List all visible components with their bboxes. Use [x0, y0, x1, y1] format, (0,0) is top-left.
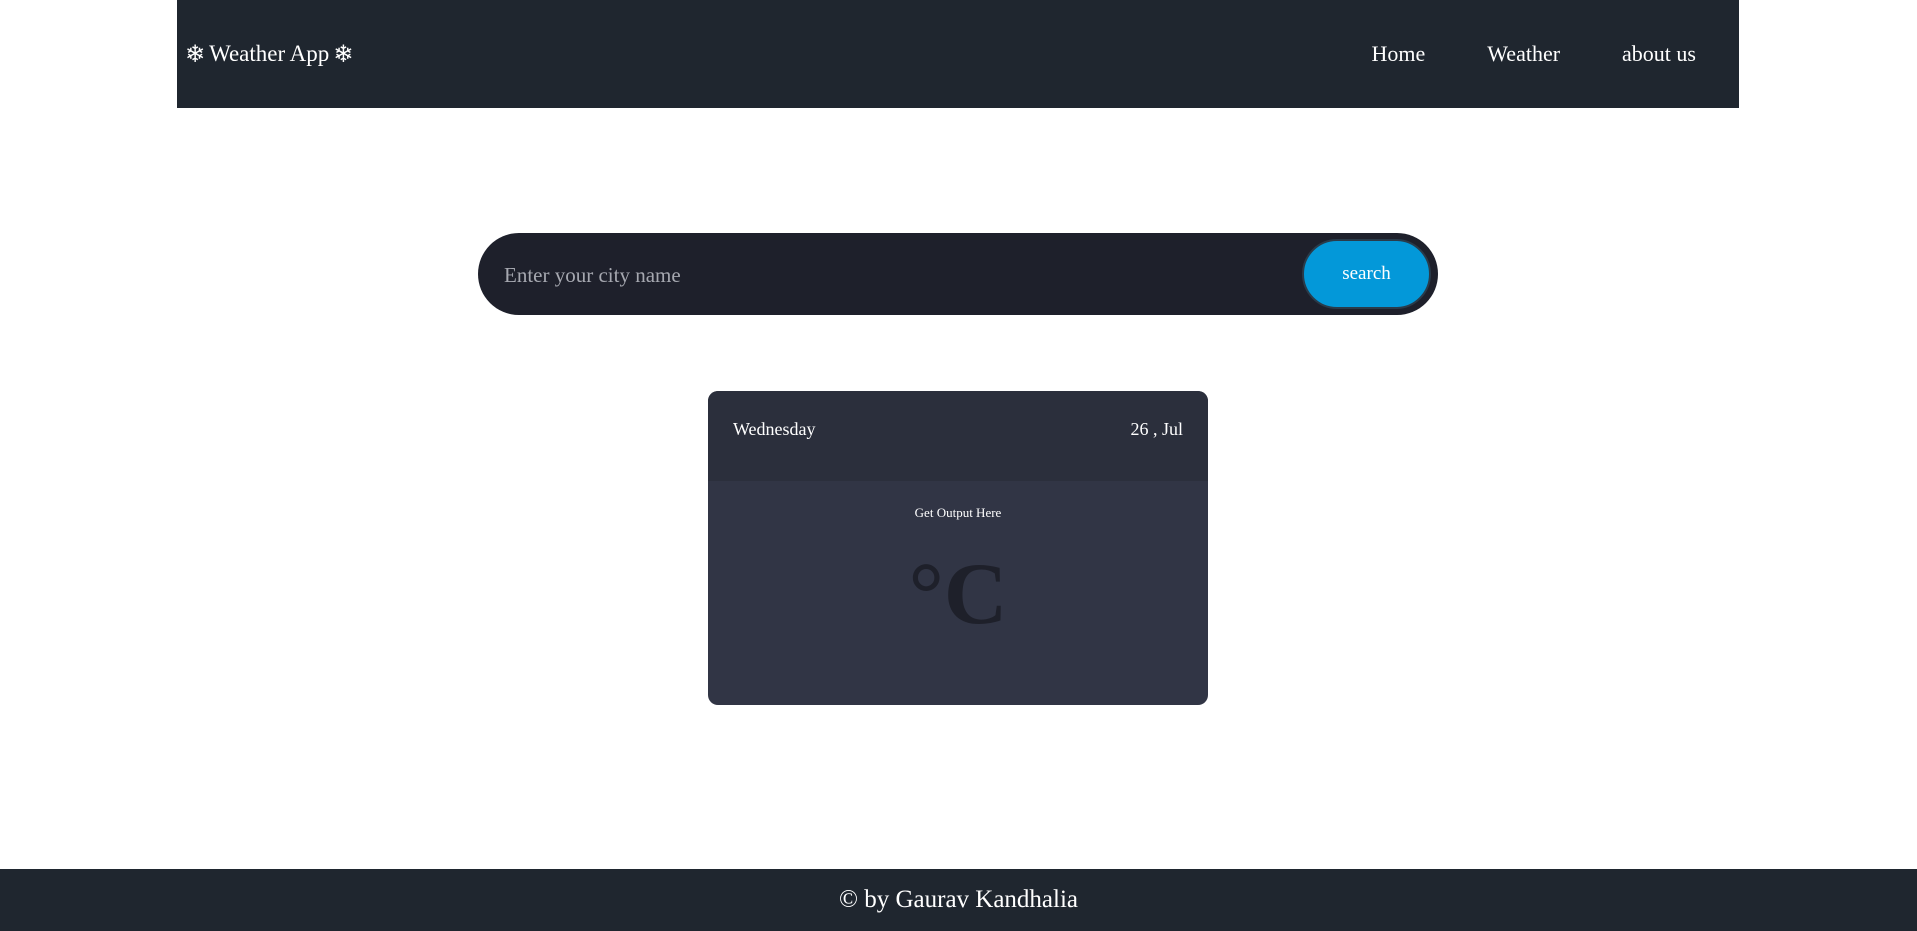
- date-label: 26 , Jul: [1130, 419, 1183, 439]
- page: ❄ Weather App ❄ Home Weather about us se…: [0, 0, 1917, 931]
- day-label: Wednesday: [733, 419, 816, 439]
- weather-card-header: Wednesday 26 , Jul: [708, 391, 1208, 481]
- nav-link-about-us[interactable]: about us: [1622, 41, 1696, 67]
- city-search-input[interactable]: [502, 249, 1266, 301]
- brand[interactable]: ❄ Weather App ❄: [185, 0, 353, 108]
- nav-link-weather[interactable]: Weather: [1487, 41, 1560, 67]
- footer-credit: © by Gaurav Kandhalia: [838, 886, 1079, 913]
- weather-card: Wednesday 26 , Jul Get Output Here °C: [708, 391, 1208, 705]
- snowflake-icon: ❄: [333, 40, 354, 68]
- temperature-display: °C: [908, 546, 1008, 643]
- nav-link-home[interactable]: Home: [1372, 41, 1426, 67]
- footer: © by Gaurav Kandhalia: [0, 869, 1917, 931]
- snowflake-icon: ❄: [185, 40, 206, 68]
- navbar: ❄ Weather App ❄ Home Weather about us: [177, 0, 1739, 108]
- weather-card-body: Get Output Here °C: [708, 481, 1208, 705]
- search-form: search: [478, 233, 1438, 315]
- output-status-text: Get Output Here: [914, 505, 1002, 520]
- nav-links: Home Weather about us: [1310, 0, 1696, 108]
- search-button[interactable]: search: [1302, 239, 1431, 309]
- brand-title: Weather App: [209, 41, 330, 66]
